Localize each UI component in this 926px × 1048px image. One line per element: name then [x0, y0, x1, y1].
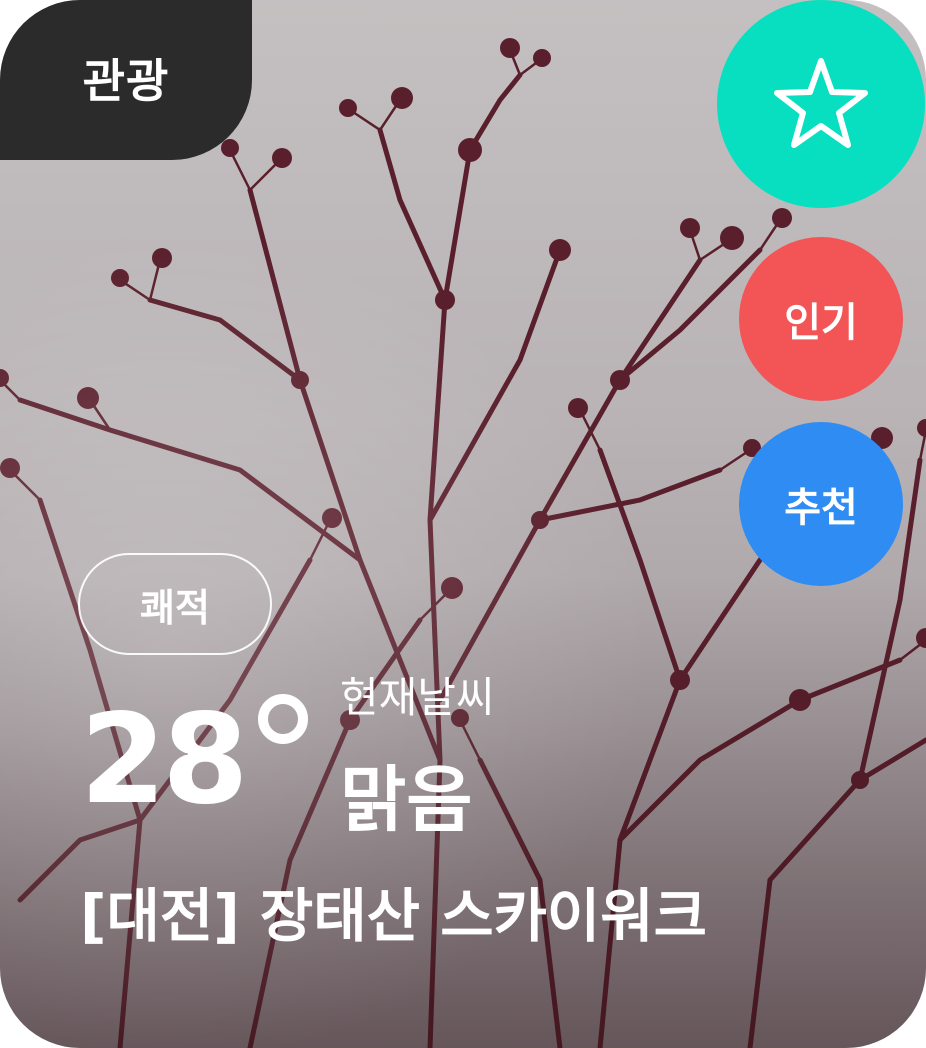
- favorite-button[interactable]: [717, 0, 925, 208]
- popular-badge-label: 인기: [784, 300, 858, 346]
- popular-badge: 인기: [739, 237, 903, 401]
- category-tab: 관광: [0, 0, 252, 160]
- weather-label: 현재날씨: [340, 673, 495, 722]
- category-label: 관광: [82, 54, 170, 108]
- degree-symbol: [258, 694, 308, 744]
- recommend-badge-label: 추천: [784, 485, 858, 531]
- recommend-badge: 추천: [739, 422, 903, 586]
- star-outline-icon: [774, 58, 868, 148]
- weather-condition: 맑음: [340, 758, 473, 842]
- temperature-value: 28: [80, 688, 249, 832]
- place-title[interactable]: [대전] 장태산 스카이워크: [80, 878, 707, 954]
- attraction-card[interactable]: 관광 인기 추천 쾌적 28 현재날씨 맑음 [대전] 장태산 스카이워크: [0, 0, 926, 1048]
- comfort-status-pill: 쾌적: [78, 553, 272, 655]
- comfort-status-label: 쾌적: [140, 585, 210, 630]
